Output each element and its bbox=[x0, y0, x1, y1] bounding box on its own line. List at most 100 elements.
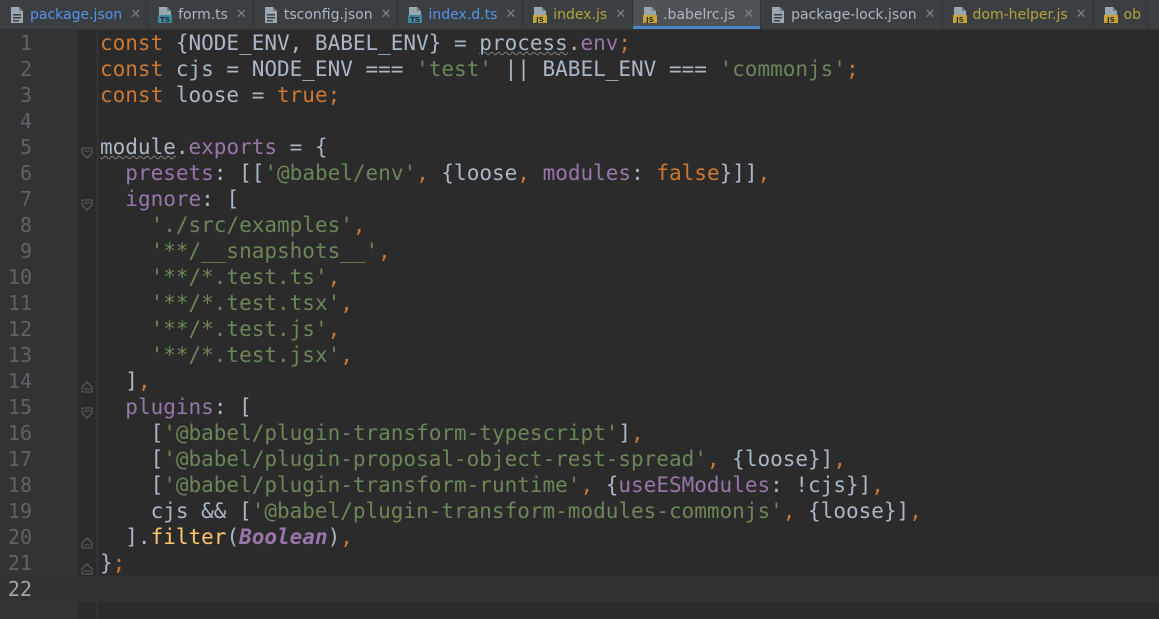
svg-text:JS: JS bbox=[1106, 16, 1115, 23]
close-icon[interactable]: ✕ bbox=[615, 7, 626, 22]
code-token: [ bbox=[100, 421, 164, 445]
tab-index-d-ts[interactable]: TS index.d.ts ✕ bbox=[398, 0, 524, 29]
code-token: useESModules bbox=[618, 473, 771, 497]
line-number: 19 bbox=[7, 499, 32, 523]
json-file-icon bbox=[264, 6, 278, 23]
code-text: '**/*.test.js', bbox=[100, 316, 341, 342]
code-line[interactable]: 18 ['@babel/plugin-transform-runtime', {… bbox=[0, 472, 1159, 498]
line-number: 3 bbox=[19, 83, 32, 107]
tab-form-ts[interactable]: TS form.ts ✕ bbox=[148, 0, 254, 29]
code-text: plugins: [ bbox=[100, 394, 251, 420]
code-token: ; bbox=[112, 551, 126, 575]
code-token: , bbox=[517, 161, 543, 185]
tab-package-json[interactable]: package.json ✕ bbox=[0, 0, 149, 29]
code-line[interactable]: 15 plugins: [ bbox=[0, 394, 1159, 420]
code-line[interactable]: 13 '**/*.test.jsx', bbox=[0, 342, 1159, 368]
code-line[interactable]: 20 ].filter(Boolean), bbox=[0, 524, 1159, 550]
close-icon[interactable]: ✕ bbox=[505, 7, 516, 22]
code-token: [ bbox=[100, 447, 164, 471]
close-icon[interactable]: ✕ bbox=[1076, 7, 1087, 22]
code-line[interactable]: 9 '**/__snapshots__', bbox=[0, 238, 1159, 264]
code-line[interactable]: 1 const {NODE_ENV, BABEL_ENV} = process.e… bbox=[0, 30, 1159, 56]
close-icon[interactable]: ✕ bbox=[743, 7, 754, 22]
code-text: ['@babel/plugin-transform-runtime', {use… bbox=[100, 472, 884, 498]
svg-text:JS: JS bbox=[535, 16, 544, 23]
code-editor[interactable]: 1 const {NODE_ENV, BABEL_ENV} = process.e… bbox=[0, 30, 1159, 619]
code-token: const bbox=[100, 83, 176, 107]
code-token: ignore bbox=[125, 187, 202, 211]
code-token: false bbox=[656, 161, 720, 185]
tab-index-js[interactable]: JS index.js ✕ bbox=[523, 0, 634, 29]
code-token: }]] bbox=[719, 161, 758, 185]
tab-tsconfig-json[interactable]: tsconfig.json ✕ bbox=[254, 0, 399, 29]
code-line[interactable]: 16 ['@babel/plugin-transform-typescript'… bbox=[0, 420, 1159, 446]
code-line[interactable]: 11 '**/*.test.tsx', bbox=[0, 290, 1159, 316]
code-token: loose = bbox=[175, 83, 278, 107]
code-token: , bbox=[871, 473, 884, 497]
line-number: 12 bbox=[7, 317, 32, 341]
tab-ob[interactable]: JS ob bbox=[1094, 0, 1148, 29]
fold-open-icon[interactable] bbox=[81, 141, 93, 159]
code-token: process bbox=[479, 31, 568, 55]
close-icon[interactable]: ✕ bbox=[381, 7, 392, 22]
line-number: 10 bbox=[7, 265, 32, 289]
code-line[interactable]: 12 '**/*.test.js', bbox=[0, 316, 1159, 342]
line-number: 13 bbox=[7, 343, 32, 367]
code-token: cjs = NODE_ENV === bbox=[175, 57, 417, 81]
code-token: ) bbox=[327, 525, 341, 549]
close-icon[interactable]: ✕ bbox=[130, 7, 141, 22]
fold-open-icon[interactable] bbox=[81, 193, 93, 211]
code-line[interactable]: 4 bbox=[0, 108, 1159, 134]
line-number: 17 bbox=[7, 447, 32, 471]
code-token: , bbox=[352, 213, 366, 237]
code-token: {loose}] bbox=[732, 447, 834, 471]
code-text: '**/*.test.tsx', bbox=[100, 290, 353, 316]
line-number: 1 bbox=[19, 31, 32, 55]
code-token: . bbox=[175, 135, 189, 159]
code-token: module bbox=[100, 135, 176, 159]
code-token: [ bbox=[100, 473, 164, 497]
code-token: , bbox=[378, 239, 391, 263]
code-token: '@babel/env' bbox=[264, 161, 417, 185]
code-line[interactable]: 17 ['@babel/plugin-proposal-object-rest-… bbox=[0, 446, 1159, 472]
code-line[interactable]: 6 presets: [['@babel/env', {loose, modul… bbox=[0, 160, 1159, 186]
code-line[interactable]: 21}; bbox=[0, 550, 1159, 576]
code-text: ['@babel/plugin-transform-typescript'], bbox=[100, 420, 644, 446]
fold-close-icon[interactable] bbox=[81, 375, 93, 393]
code-token: : [[ bbox=[213, 161, 265, 185]
fold-close-icon[interactable] bbox=[81, 531, 93, 549]
javascript-file-icon: JS bbox=[643, 6, 658, 23]
code-line[interactable]: 5 module.exports = { bbox=[0, 134, 1159, 160]
code-token: '**/*.test.jsx' bbox=[150, 343, 341, 367]
code-line[interactable]: 10 '**/*.test.ts', bbox=[0, 264, 1159, 290]
code-line[interactable]: 22 bbox=[0, 576, 1159, 602]
code-line[interactable]: 19 cjs && ['@babel/plugin-transform-modu… bbox=[0, 498, 1159, 524]
code-line[interactable]: 3 const loose = true; bbox=[0, 82, 1159, 108]
code-line[interactable]: 7 ignore: [ bbox=[0, 186, 1159, 212]
tab-dom-helper-js[interactable]: JS dom-helper.js ✕ bbox=[943, 0, 1094, 29]
tab-package-lock-json[interactable]: package-lock.json ✕ bbox=[761, 0, 943, 29]
code-line[interactable]: 8 './src/examples', bbox=[0, 212, 1159, 238]
tab-label: tsconfig.json bbox=[283, 6, 373, 23]
code-token: env bbox=[580, 31, 619, 55]
code-line[interactable]: 2 const cjs = NODE_ENV === 'test' || BABE… bbox=[0, 56, 1159, 82]
close-icon[interactable]: ✕ bbox=[925, 7, 936, 22]
svg-text:JS: JS bbox=[645, 16, 654, 23]
close-icon[interactable]: ✕ bbox=[236, 7, 247, 22]
line-number: 15 bbox=[7, 395, 32, 419]
tab-label: index.d.ts bbox=[428, 6, 498, 23]
fold-open-icon[interactable] bbox=[81, 401, 93, 419]
code-line[interactable]: 14 ], bbox=[0, 368, 1159, 394]
code-token: '**/*.test.tsx' bbox=[150, 291, 341, 315]
tab--babelrc-js[interactable]: JS .babelrc.js ✕ bbox=[633, 0, 762, 29]
line-number: 11 bbox=[7, 291, 32, 315]
code-text: './src/examples', bbox=[100, 212, 366, 238]
code-token: ] bbox=[100, 369, 138, 393]
typescript-file-icon: TS bbox=[408, 6, 423, 23]
code-token: '@babel/plugin-transform-modules-commonj… bbox=[251, 499, 783, 523]
fold-close-icon[interactable] bbox=[81, 557, 93, 575]
